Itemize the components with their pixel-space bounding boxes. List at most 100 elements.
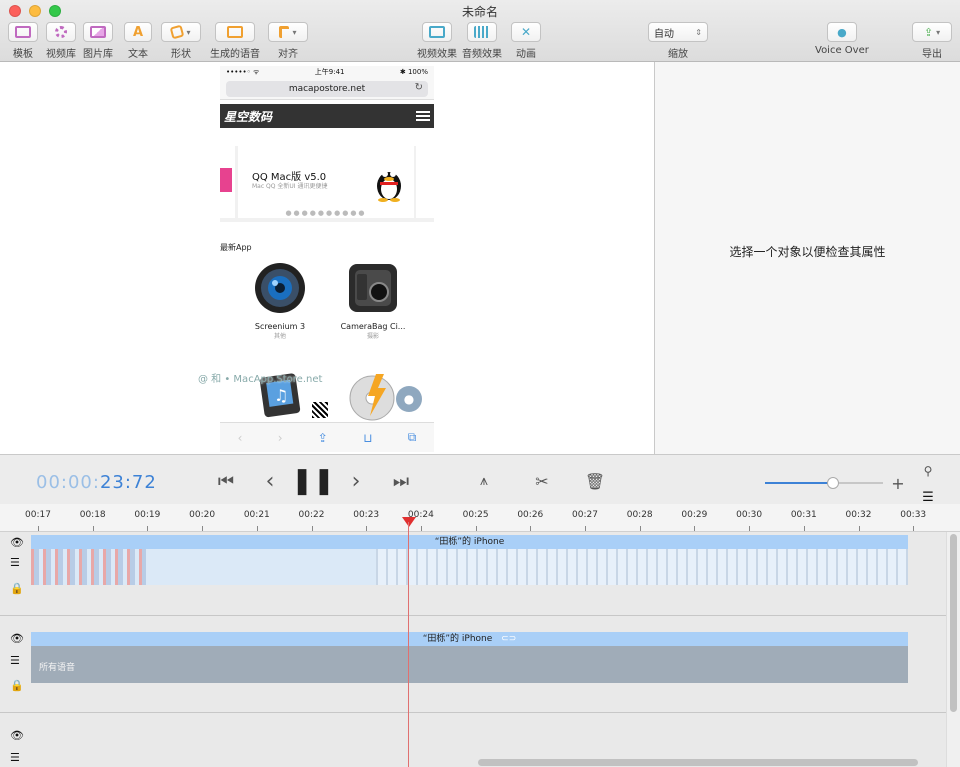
site-header: 星空数码 (220, 104, 434, 128)
banner-card: QQ Mac版 v5.0 Mac QQ 全新UI 通讯更便捷 ●●●●●●●●●… (238, 146, 414, 218)
qr-code-icon (312, 402, 328, 418)
skip-to-end-icon[interactable]: ⏭ (389, 469, 413, 493)
timeline-zoom-slider[interactable] (765, 477, 883, 489)
eye-icon[interactable]: 👁 (10, 632, 24, 645)
video-library-button[interactable]: 视频库 (46, 22, 76, 60)
ruler-tick (256, 526, 258, 531)
back-icon: ‹ (237, 430, 243, 445)
ruler-tick (311, 526, 313, 531)
app-window: 未命名 模板 视频库 图片库 A 文本 ▾ 形状 生成的语音 ▾ 对齐 视频效果… (0, 0, 960, 767)
status-bar: •••••◦ ᯤ 上午9:41 ✱ 100% (220, 66, 434, 78)
ruler-tick (858, 526, 860, 531)
split-icon[interactable]: ⩚ (472, 469, 496, 493)
hamburger-icon[interactable]: ☰ (10, 654, 20, 667)
share-icon: ⇪ (923, 25, 934, 39)
zoom-in-icon[interactable]: + (886, 471, 910, 495)
animation-button[interactable]: ✕ 动画 (511, 22, 541, 60)
phone-screenshot[interactable]: •••••◦ ᯤ 上午9:41 ✱ 100% macapostore.net ↻ … (220, 66, 434, 454)
video-clip-filmstrip[interactable] (376, 549, 908, 585)
ruler-tick (92, 526, 94, 531)
ruler-tick (639, 526, 641, 531)
menu-icon (416, 111, 430, 121)
ruler-tick (585, 526, 586, 531)
ruler-tick (475, 526, 477, 531)
reload-icon: ↻ (414, 82, 423, 93)
forward-icon: › (277, 430, 283, 445)
next-frame-icon[interactable]: › (344, 469, 368, 494)
ruler-tick (366, 526, 368, 531)
lock-icon[interactable]: 🔒 (10, 679, 24, 692)
search-icon[interactable]: ⚲ (916, 459, 940, 483)
shapes-button[interactable]: ▾ 形状 (161, 22, 201, 60)
ruler-tick-label: 00:30 (736, 510, 763, 520)
scissors-icon[interactable]: ✂ (530, 469, 554, 493)
timeline-ruler[interactable]: 00:17 00:18 00:19 00:20 00:21 00:22 00:23 00:24… (0, 504, 960, 532)
ruler-tick-label: 00:31 (790, 510, 817, 520)
banner-prev-card (220, 146, 235, 218)
ruler-tick-label: 00:18 (79, 510, 106, 520)
svg-text:♫: ♫ (274, 386, 288, 405)
ruler-tick (420, 526, 422, 531)
video-clip-body[interactable] (146, 549, 376, 585)
ruler-tick (202, 526, 204, 531)
playback-controls: 00:00:23:72 ⏮ ‹ ❚❚ › ⏭ ⩚ ✂ 🗑 + ⚲ ☰ (0, 454, 960, 505)
eye-icon[interactable]: 👁 (10, 536, 24, 549)
text-a-icon: A (124, 22, 152, 42)
image-library-button[interactable]: 图片库 (83, 22, 113, 60)
templates-icon (15, 26, 31, 38)
ruler-tick-label: 00:22 (298, 510, 325, 520)
tabs-icon: ⧉ (407, 430, 417, 444)
ruler-tick-label: 00:17 (25, 510, 51, 520)
audio-clip-body[interactable]: 所有语音 (31, 646, 908, 683)
track-separator (0, 615, 946, 616)
url-bar: macapostore.net ↻ (220, 78, 434, 100)
export-button[interactable]: ⇪ ▾ 导出 (912, 22, 952, 60)
ruler-tick-label: 00:28 (626, 510, 653, 520)
inspector-panel: 选择一个对象以便检查其属性 (654, 62, 960, 454)
vertical-scroll-thumb[interactable] (950, 534, 957, 712)
horizontal-scroll-thumb[interactable] (478, 759, 918, 766)
video-effects-button[interactable]: 视频效果 (417, 22, 457, 60)
ruler-tick-label: 00:24 (407, 510, 434, 520)
app-item: Screenium 3 其他 (245, 262, 315, 340)
voice-over-button[interactable]: ● Voice Over (815, 22, 869, 56)
hamburger-icon[interactable]: ☰ (10, 751, 20, 764)
penguin-icon (377, 171, 401, 202)
window-title: 未命名 (461, 5, 498, 19)
video-clip-thumbnails[interactable] (31, 549, 146, 585)
ruler-tick-label: 00:29 (681, 510, 708, 520)
previous-frame-icon[interactable]: ‹ (258, 469, 282, 494)
video-effects-icon (429, 26, 445, 38)
microphone-icon: ● (826, 22, 857, 42)
align-button[interactable]: ▾ 对齐 (268, 22, 308, 60)
trash-icon[interactable]: 🗑 (583, 469, 607, 493)
pause-icon[interactable]: ❚❚ (291, 466, 335, 496)
ruler-tick-label: 00:27 (572, 510, 598, 520)
carousel-dots: ●●●●●●●●●● (285, 209, 367, 217)
playhead-line (408, 522, 409, 767)
slider-knob[interactable] (827, 477, 840, 489)
text-button[interactable]: A 文本 (124, 22, 152, 60)
canvas[interactable]: •••••◦ ᯤ 上午9:41 ✱ 100% macapostore.net ↻ … (0, 62, 654, 454)
ruler-tick-label: 00:26 (517, 510, 544, 520)
generated-voice-button[interactable]: 生成的语音 (210, 22, 260, 60)
timecode: 00:00:23:72 (36, 472, 157, 493)
hamburger-icon[interactable]: ☰ (10, 556, 20, 569)
zoom-select[interactable]: 自动 ⇕ 缩放 (648, 22, 708, 60)
audio-clip-header[interactable]: “田栎”的 iPhone ⊂⊃ (31, 632, 908, 646)
ruler-tick-label: 00:32 (845, 510, 872, 520)
safari-toolbar: ‹ › ⇪ ⊔ ⧉ (220, 422, 434, 452)
ruler-tick (530, 526, 532, 531)
vertical-scrollbar[interactable] (946, 532, 960, 767)
disc-burner-icon (349, 374, 395, 421)
video-clip-header[interactable]: “田栎”的 iPhone (31, 535, 908, 549)
skip-to-start-icon[interactable]: ⏮ (214, 469, 238, 493)
camera-bag-icon (349, 264, 397, 312)
lock-icon[interactable]: 🔒 (10, 582, 24, 595)
templates-button[interactable]: 模板 (8, 22, 38, 60)
ruler-tick-label: 00:19 (134, 510, 161, 520)
ruler-tick (913, 526, 915, 531)
eye-icon[interactable]: 👁 (10, 729, 24, 742)
ruler-tick-label: 00:33 (900, 510, 927, 520)
audio-effects-button[interactable]: 音频效果 (462, 22, 502, 60)
